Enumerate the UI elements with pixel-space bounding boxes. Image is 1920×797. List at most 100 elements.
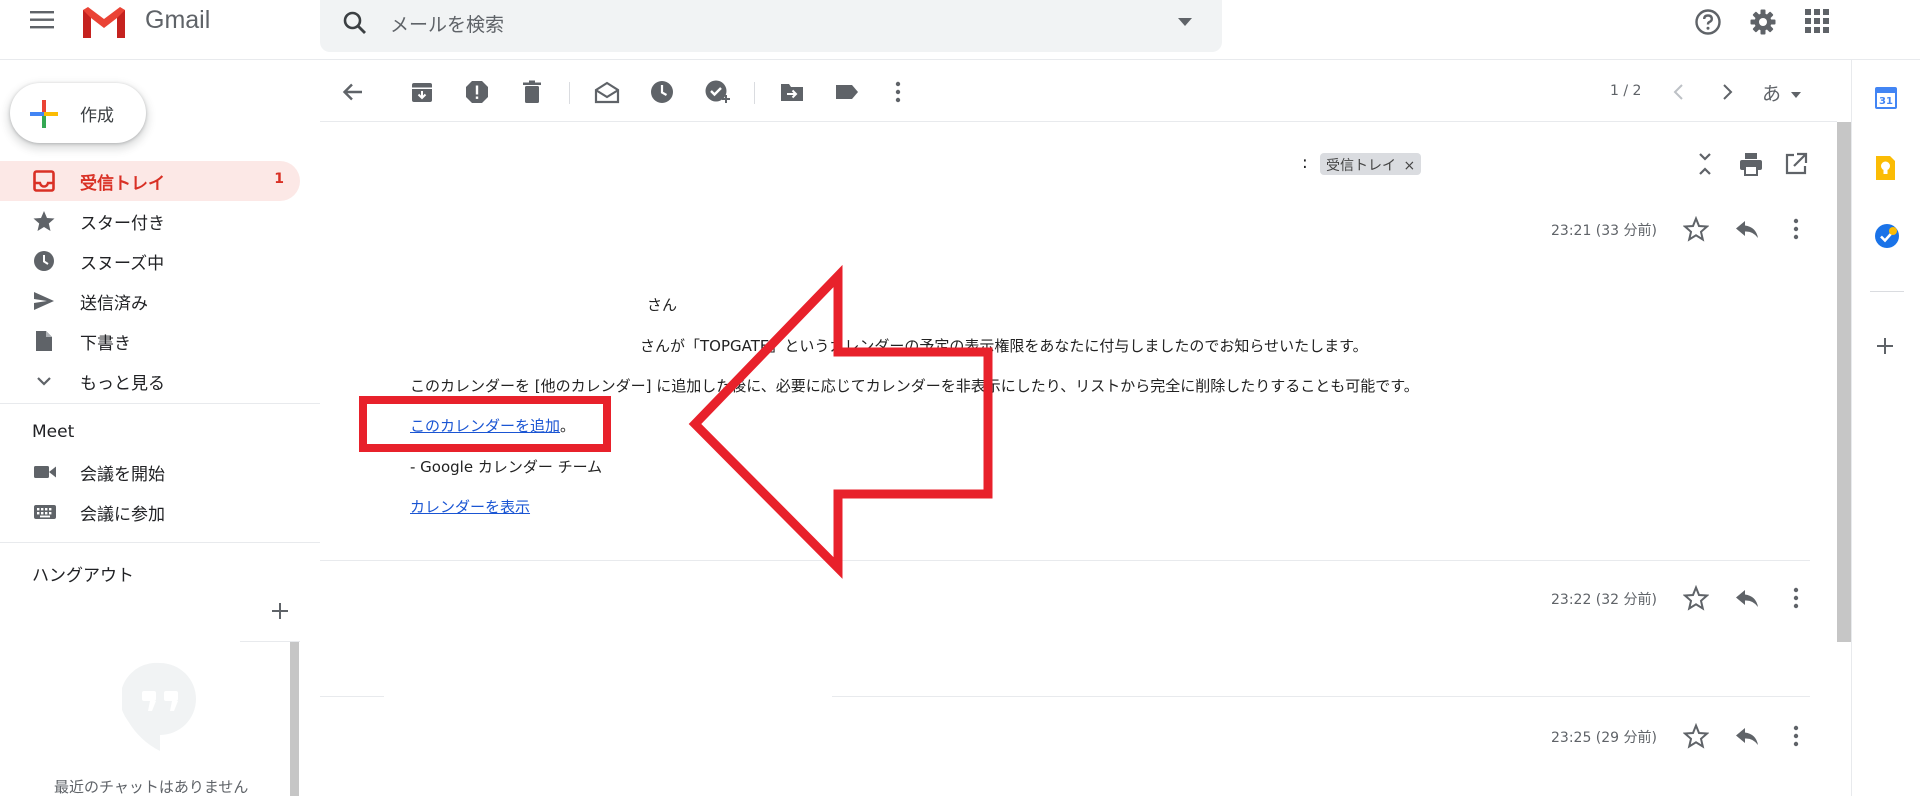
snooze-clock-icon[interactable]: [649, 79, 675, 105]
sidebar-item-label: 送信済み: [80, 294, 148, 314]
inbox-label-chip[interactable]: 受信トレイ ×: [1320, 153, 1422, 175]
send-icon: [33, 290, 55, 312]
trash-icon[interactable]: [519, 79, 545, 105]
tasks-check-icon[interactable]: [1874, 223, 1900, 249]
meet-start-button[interactable]: 会議を開始: [0, 452, 300, 492]
main-scrollbar[interactable]: [1837, 122, 1851, 642]
sidebar-item-sent[interactable]: 送信済み: [0, 281, 300, 321]
more-vert-icon[interactable]: [885, 79, 911, 105]
help-icon[interactable]: [1694, 8, 1724, 38]
search-icon[interactable]: [342, 10, 368, 36]
view-calendar-line: カレンダーを表示: [410, 496, 530, 517]
more-vert-icon[interactable]: [1783, 216, 1809, 242]
search-input[interactable]: メールを検索: [390, 10, 504, 37]
gear-icon[interactable]: [1749, 8, 1779, 38]
compose-button[interactable]: 作成: [10, 83, 146, 143]
add-to-tasks-icon[interactable]: [704, 79, 730, 105]
message-divider: [832, 696, 1810, 697]
back-arrow-icon[interactable]: [340, 79, 366, 105]
video-icon: [33, 461, 57, 483]
sidebar-item-more[interactable]: もっと見る: [0, 361, 300, 401]
message-greeting: さん: [647, 296, 678, 314]
sidebar-item-label: 会議に参加: [80, 505, 165, 525]
link-suffix: 。: [560, 417, 576, 435]
open-in-new-window-icon[interactable]: [1783, 151, 1809, 177]
app-brand: Gmail: [145, 6, 211, 34]
search-bar[interactable]: メールを検索: [320, 0, 1222, 52]
dropdown-caret-icon: [1791, 91, 1802, 98]
star-icon: [33, 210, 55, 232]
sidebar-item-label: 受信トレイ: [80, 174, 165, 194]
message-body-line: このカレンダーを [他のカレンダー] に追加した後に、必要に応じてカレンダーを非…: [410, 377, 1419, 395]
unread-count: 1: [274, 171, 284, 187]
toolbar-divider: [320, 121, 1837, 122]
message-divider: [320, 560, 1810, 561]
remove-label-icon[interactable]: ×: [1403, 158, 1415, 174]
hangouts-quote-icon: [122, 661, 198, 753]
move-to-icon[interactable]: [779, 79, 805, 105]
file-icon: [33, 330, 55, 352]
sidebar-item-label: スヌーズ中: [80, 254, 165, 274]
collapse-all-icon[interactable]: [1692, 151, 1718, 177]
label-icon[interactable]: [834, 79, 860, 105]
chevron-down-icon: [33, 370, 55, 392]
hangouts-scrollbar[interactable]: [290, 642, 299, 796]
add-calendar-line: このカレンダーを追加。: [410, 415, 575, 436]
sidebar-item-label: もっと見る: [80, 374, 165, 394]
meet-section-title: Meet: [32, 422, 75, 442]
print-icon[interactable]: [1738, 151, 1764, 177]
hangouts-empty-text: 最近のチャットはありません: [54, 778, 249, 796]
sidebar-item-starred[interactable]: スター付き: [0, 201, 300, 241]
view-calendar-link[interactable]: カレンダーを表示: [410, 498, 530, 516]
input-language-label: あ: [1762, 83, 1782, 105]
report-spam-icon[interactable]: [464, 79, 490, 105]
sidebar-item-label: 会議を開始: [80, 465, 165, 485]
reply-icon[interactable]: [1734, 216, 1760, 242]
nav-divider: [0, 403, 320, 404]
reply-icon[interactable]: [1734, 723, 1760, 749]
add-calendar-link[interactable]: このカレンダーを追加: [410, 417, 560, 435]
nav-divider: [0, 542, 320, 543]
meet-join-button[interactable]: 会議に参加: [0, 492, 300, 532]
sidebar-item-label: 下書き: [80, 334, 131, 354]
plus-icon: [28, 98, 60, 130]
toolbar-separator: [569, 82, 570, 104]
sidebar-item-drafts[interactable]: 下書き: [0, 321, 300, 361]
gmail-logo-icon[interactable]: [80, 4, 130, 40]
keep-bulb-icon[interactable]: [1874, 155, 1900, 181]
pager-count: 1 / 2: [1610, 83, 1642, 99]
more-vert-icon[interactable]: [1783, 723, 1809, 749]
top-bar: Gmail メールを検索: [0, 0, 1920, 60]
message-signature: - Google カレンダー チーム: [410, 458, 603, 476]
message-timestamp: 23:21 (33 分前): [1551, 223, 1657, 239]
calendar-day-label: 31: [1879, 96, 1893, 107]
compose-label: 作成: [80, 106, 114, 126]
archive-icon[interactable]: [409, 79, 435, 105]
new-chat-plus-icon[interactable]: [270, 601, 290, 621]
reply-icon[interactable]: [1734, 585, 1760, 611]
sidebar-item-inbox[interactable]: 受信トレイ 1: [0, 161, 300, 201]
clock-icon: [33, 250, 55, 272]
star-outline-icon[interactable]: [1683, 216, 1709, 242]
more-vert-icon[interactable]: [1783, 585, 1809, 611]
hangouts-section-title: ハングアウト: [32, 566, 134, 586]
inbox-icon: [33, 170, 55, 192]
star-outline-icon[interactable]: [1683, 585, 1709, 611]
main-menu-icon[interactable]: [30, 9, 60, 35]
input-tools-button[interactable]: あ: [1762, 79, 1802, 106]
star-outline-icon[interactable]: [1683, 723, 1709, 749]
mark-unread-icon[interactable]: [594, 79, 620, 105]
calendar-icon[interactable]: 31: [1874, 85, 1900, 111]
side-panel: 31: [1851, 60, 1920, 796]
apps-grid-icon[interactable]: [1804, 8, 1834, 38]
search-options-icon[interactable]: [1178, 18, 1192, 26]
sidebar-item-label: スター付き: [80, 214, 165, 234]
sidebar-item-snoozed[interactable]: スヌーズ中: [0, 241, 300, 281]
message-timestamp: 23:22 (32 分前): [1551, 592, 1657, 608]
add-addon-plus-icon[interactable]: [1874, 335, 1900, 361]
chevron-left-icon[interactable]: [1666, 79, 1692, 105]
chevron-right-icon[interactable]: [1714, 79, 1740, 105]
label-chip-text: 受信トレイ: [1326, 158, 1396, 174]
toolbar-separator: [754, 82, 755, 104]
keyboard-icon: [33, 501, 57, 523]
